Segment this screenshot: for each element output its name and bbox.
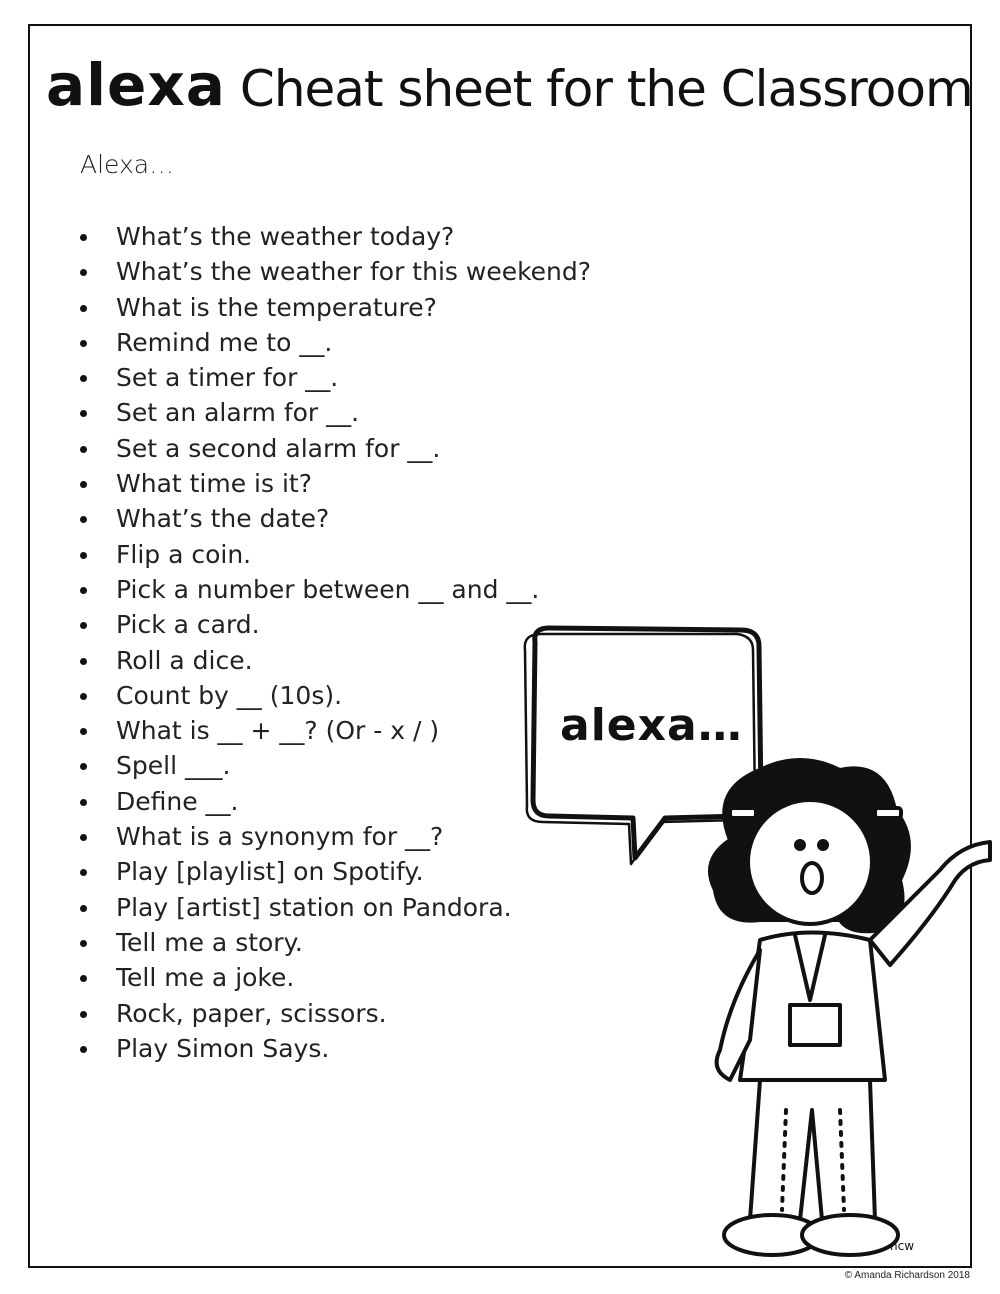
command-text: What’s the date? bbox=[116, 504, 330, 534]
command-text: Pick a card. bbox=[116, 610, 260, 640]
command-item: Set an alarm for __. bbox=[78, 396, 591, 431]
command-text: Flip a coin. bbox=[116, 539, 252, 569]
bullet-icon bbox=[80, 798, 87, 806]
bullet-icon bbox=[80, 975, 87, 983]
command-text: Count by __ (10s). bbox=[116, 680, 343, 710]
copyright-text: © Amanda Richardson 2018 bbox=[844, 1270, 970, 1281]
bullet-icon bbox=[80, 339, 87, 347]
command-text: Set a timer for __. bbox=[116, 363, 339, 393]
bullet-icon bbox=[80, 304, 87, 312]
command-item: Rock, paper, scissors. bbox=[78, 997, 591, 1032]
intro-text: Alexa… bbox=[80, 150, 175, 179]
bullet-icon bbox=[80, 622, 87, 630]
bullet-icon bbox=[80, 481, 87, 489]
command-text: Play Simon Says. bbox=[116, 1033, 330, 1063]
title-rest: Cheat sheet for the Classroom bbox=[239, 60, 974, 118]
bullet-icon bbox=[80, 939, 87, 947]
command-item: Set a second alarm for __. bbox=[78, 432, 591, 467]
bullet-icon bbox=[80, 269, 87, 277]
command-text: What’s the weather for this weekend? bbox=[116, 257, 592, 287]
command-item: Flip a coin. bbox=[78, 538, 591, 573]
bullet-icon bbox=[80, 1045, 87, 1053]
command-item: Play Simon Says. bbox=[78, 1032, 591, 1067]
command-item: What’s the weather today? bbox=[78, 220, 591, 255]
command-item: What’s the date? bbox=[78, 502, 591, 537]
command-item: Play [artist] station on Pandora. bbox=[78, 891, 591, 926]
bullet-icon bbox=[80, 234, 87, 241]
command-text: What’s the weather today? bbox=[116, 222, 455, 251]
bullet-icon bbox=[80, 375, 87, 383]
command-text: Roll a dice. bbox=[116, 645, 253, 675]
command-text: What is the temperature? bbox=[116, 292, 437, 322]
command-text: What is __ + __? (Or - x / ) bbox=[116, 716, 440, 746]
command-item: Set a timer for __. bbox=[78, 361, 591, 396]
command-text: What is a synonym for __? bbox=[116, 822, 444, 852]
command-text: Play [artist] station on Pandora. bbox=[116, 892, 512, 922]
title-bold-word: alexa bbox=[46, 51, 226, 119]
bullet-icon bbox=[80, 657, 87, 665]
bullet-icon bbox=[80, 834, 87, 842]
command-text: Tell me a joke. bbox=[116, 963, 295, 993]
command-text: Pick a number between __ and __. bbox=[116, 574, 540, 604]
command-text: Play [playlist] on Spotify. bbox=[116, 857, 424, 887]
command-item: Tell me a joke. bbox=[78, 961, 591, 996]
command-text: Tell me a story. bbox=[116, 927, 303, 957]
bullet-icon bbox=[80, 516, 87, 524]
command-item: Pick a number between __ and __. bbox=[78, 573, 591, 608]
bullet-icon bbox=[80, 904, 87, 912]
command-text: Remind me to __. bbox=[116, 327, 333, 357]
speech-bubble-text: alexa… bbox=[560, 700, 743, 751]
command-item: What’s the weather for this weekend? bbox=[78, 255, 591, 290]
bullet-icon bbox=[80, 586, 87, 594]
command-text: Set a second alarm for __. bbox=[116, 433, 441, 463]
page-title: alexa Cheat sheet for the Classroom bbox=[46, 34, 974, 119]
command-item: Remind me to __. bbox=[78, 326, 591, 361]
command-item: What is the temperature? bbox=[78, 291, 591, 326]
bullet-icon bbox=[80, 763, 87, 771]
command-text: Set an alarm for __. bbox=[116, 398, 360, 428]
bullet-icon bbox=[80, 445, 87, 453]
bullet-icon bbox=[80, 869, 87, 877]
artist-signature: ncw bbox=[890, 1239, 914, 1253]
command-text: What time is it? bbox=[116, 469, 312, 499]
command-text: Spell ___. bbox=[116, 751, 231, 781]
bullet-icon bbox=[80, 551, 87, 559]
command-text: Rock, paper, scissors. bbox=[116, 998, 387, 1028]
command-text: Define __. bbox=[116, 786, 239, 816]
girl-pointing-illustration-icon: ncw bbox=[708, 758, 992, 1257]
command-item: Tell me a story. bbox=[78, 926, 591, 961]
command-item: What time is it? bbox=[78, 467, 591, 502]
bullet-icon bbox=[80, 728, 87, 736]
bullet-icon bbox=[80, 410, 87, 418]
bullet-icon bbox=[80, 692, 87, 700]
bullet-icon bbox=[80, 1010, 87, 1018]
